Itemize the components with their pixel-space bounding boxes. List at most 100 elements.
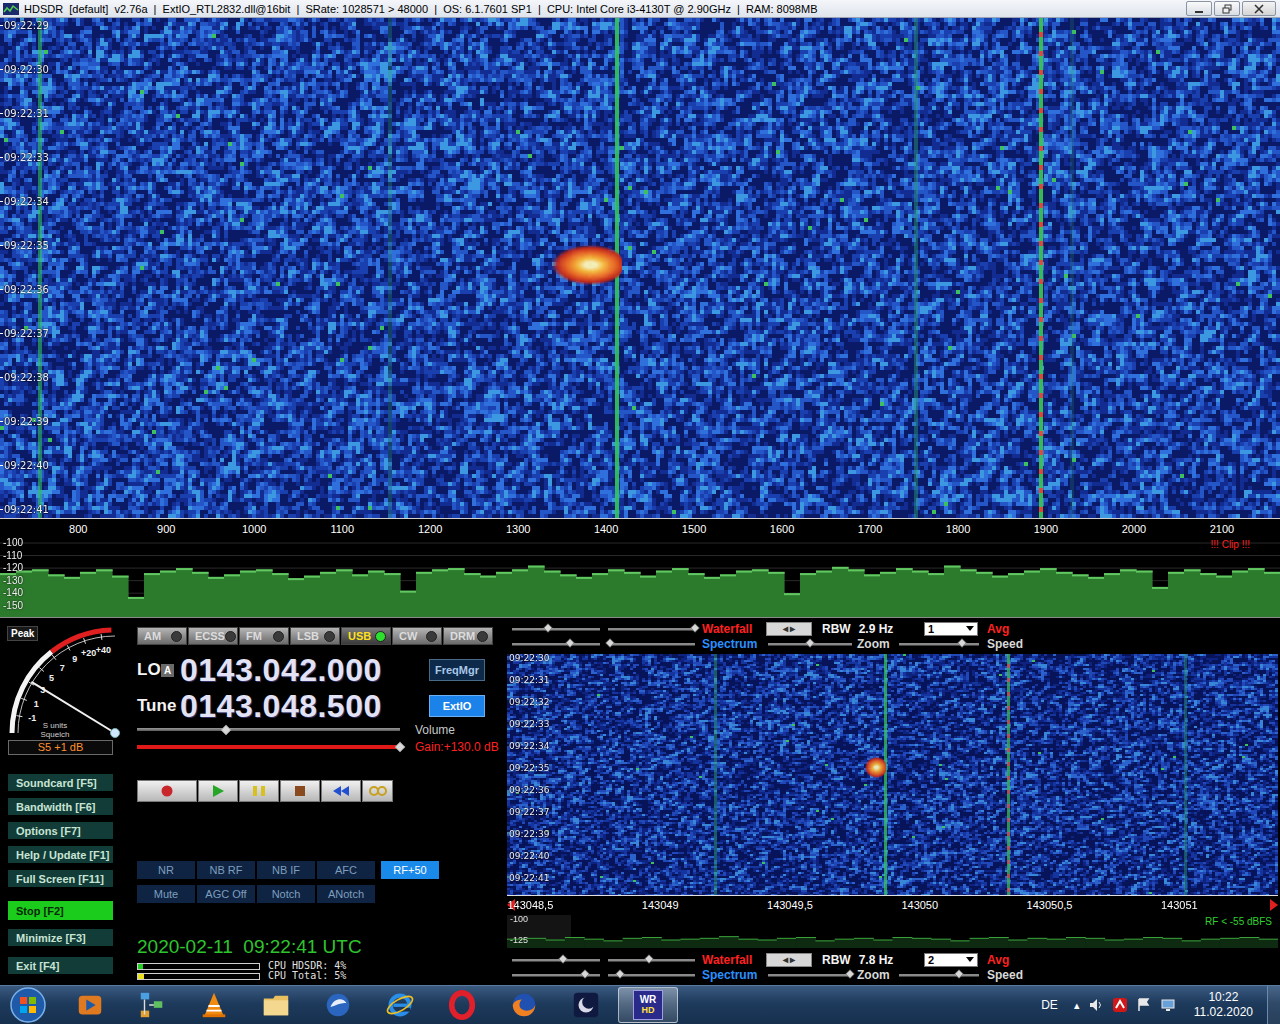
spectrum-black-slider[interactable] xyxy=(512,638,600,650)
side-button[interactable]: Bandwidth [F6] xyxy=(8,798,113,815)
rbw-arrows[interactable]: ◂▸ xyxy=(766,622,812,636)
slider-handle[interactable] xyxy=(559,954,568,963)
zoom-spectrum[interactable]: -100-125 RF < -55 dBFS xyxy=(507,915,1278,948)
speaker-icon[interactable] xyxy=(1088,997,1104,1013)
side-button[interactable]: Full Screen [F11] xyxy=(8,870,113,887)
freqmgr-button[interactable]: FreqMgr xyxy=(429,659,485,681)
dsp-button[interactable]: NB RF xyxy=(197,861,255,879)
mode-button[interactable]: AM xyxy=(137,627,187,645)
waterfall-contrast-slider[interactable] xyxy=(608,954,695,966)
taskbar-app[interactable] xyxy=(60,987,120,1023)
dsp-button[interactable]: ANotch xyxy=(317,885,375,903)
meter-mode[interactable]: Peak xyxy=(7,626,38,641)
waterfall-contrast-slider[interactable] xyxy=(608,623,695,635)
dsp-button[interactable]: Notch xyxy=(257,885,315,903)
mode-button[interactable]: ECSS xyxy=(188,627,238,645)
antivirus-icon[interactable] xyxy=(1112,997,1128,1013)
slider-handle[interactable] xyxy=(846,969,855,978)
speed-slider[interactable] xyxy=(899,638,979,650)
slider-handle[interactable] xyxy=(805,638,814,647)
mode-button[interactable]: LSB xyxy=(290,627,340,645)
arrow-button[interactable]: ◂ xyxy=(783,954,788,966)
zoom-slider[interactable] xyxy=(768,969,852,981)
spectrum-black-slider[interactable] xyxy=(512,969,600,981)
volume-handle[interactable] xyxy=(221,725,232,736)
slider-handle[interactable] xyxy=(958,638,967,647)
pause-button[interactable] xyxy=(239,780,279,802)
waterfall-black-slider[interactable] xyxy=(512,954,600,966)
arrow-button[interactable]: ▸ xyxy=(790,954,795,966)
dsp-button[interactable]: AFC xyxy=(317,861,375,879)
close-button[interactable] xyxy=(1242,1,1276,16)
side-button[interactable]: Exit [F4] xyxy=(8,957,113,974)
record-button[interactable] xyxy=(137,780,197,802)
zoom-slider[interactable] xyxy=(768,638,852,650)
side-button[interactable]: Stop [F2] xyxy=(8,901,113,920)
taskbar-app[interactable] xyxy=(432,987,492,1023)
spectrum-contrast-slider[interactable] xyxy=(608,969,695,981)
slider-handle[interactable] xyxy=(544,623,553,632)
arrow-button[interactable]: ▸ xyxy=(790,623,795,635)
mode-button[interactable]: FM xyxy=(239,627,289,645)
slider-handle[interactable] xyxy=(690,623,699,632)
lo-frequency[interactable]: 0143.042.000 xyxy=(180,653,382,687)
mode-button[interactable]: DRM xyxy=(443,627,493,645)
loop-button[interactable] xyxy=(362,780,393,802)
slider-handle[interactable] xyxy=(616,969,625,978)
avg-dropdown[interactable]: 1 xyxy=(924,622,978,636)
side-button[interactable]: Soundcard [F5] xyxy=(8,774,113,791)
taskbar-app[interactable] xyxy=(370,987,430,1023)
action-center-icon[interactable] xyxy=(1136,997,1152,1013)
taskbar-app[interactable]: WRHD xyxy=(618,987,678,1023)
slider-handle[interactable] xyxy=(566,638,575,647)
network-icon[interactable] xyxy=(1160,997,1176,1013)
rewind-button[interactable] xyxy=(321,780,361,802)
dsp-button[interactable]: NB IF xyxy=(257,861,315,879)
zoom-waterfall[interactable]: 09:22:3009:22:3109:22:3209:22:3309:22:34… xyxy=(507,654,1278,895)
slider-handle[interactable] xyxy=(581,969,590,978)
avg-dropdown[interactable]: 2 xyxy=(924,953,978,967)
tray-expand[interactable]: ▴ xyxy=(1074,999,1080,1012)
start-button[interactable] xyxy=(0,987,56,1023)
stop-button[interactable] xyxy=(280,780,320,802)
dsp-button[interactable]: NR xyxy=(137,861,195,879)
speed-slider[interactable] xyxy=(899,969,979,981)
dsp-button[interactable]: AGC Off xyxy=(197,885,255,903)
system-clock[interactable]: 10:22 11.02.2020 xyxy=(1194,990,1253,1020)
scroll-right-icon[interactable] xyxy=(1270,899,1278,911)
taskbar-app[interactable] xyxy=(122,987,182,1023)
slider-handle[interactable] xyxy=(644,954,653,963)
mode-button[interactable]: USB xyxy=(341,627,391,645)
restore-button[interactable] xyxy=(1214,1,1240,16)
show-desktop-button[interactable] xyxy=(1267,986,1280,1024)
taskbar-app[interactable] xyxy=(246,987,306,1023)
taskbar-app[interactable] xyxy=(308,987,368,1023)
waterfall-black-slider[interactable] xyxy=(512,623,600,635)
vfo-badge[interactable]: A xyxy=(161,664,174,677)
slider-handle[interactable] xyxy=(605,638,614,647)
slider-handle[interactable] xyxy=(954,969,963,978)
spectrum-display[interactable]: -100-110-120-130-140-150 !!! Clip !!! xyxy=(0,538,1280,617)
dsp-button[interactable]: Mute xyxy=(137,885,195,903)
side-button[interactable]: Minimize [F3] xyxy=(8,929,113,946)
taskbar-app[interactable] xyxy=(556,987,616,1023)
spectrum-contrast-slider[interactable] xyxy=(608,638,695,650)
taskbar-app[interactable] xyxy=(494,987,554,1023)
minimize-button[interactable] xyxy=(1186,1,1212,16)
rbw-arrows[interactable]: ◂▸ xyxy=(766,953,812,967)
squelch-knob[interactable] xyxy=(111,729,120,738)
side-button[interactable]: Options [F7] xyxy=(8,822,113,839)
taskbar-app[interactable] xyxy=(184,987,244,1023)
tune-frequency[interactable]: 0143.048.500 xyxy=(180,689,382,723)
dsp-button[interactable]: RF+50 xyxy=(381,861,439,879)
mode-button[interactable]: CW xyxy=(392,627,442,645)
gain-handle[interactable] xyxy=(395,742,406,753)
play-button[interactable] xyxy=(198,780,238,802)
language-indicator[interactable]: DE xyxy=(1041,998,1058,1012)
gain-slider[interactable] xyxy=(137,742,400,752)
arrow-button[interactable]: ◂ xyxy=(783,623,788,635)
main-waterfall[interactable]: 09:22:2909:22:3009:22:3109:22:3309:22:34… xyxy=(0,18,1280,518)
side-button[interactable]: Help / Update [F1] xyxy=(8,846,113,863)
extio-button[interactable]: ExtIO xyxy=(429,695,485,717)
volume-slider[interactable] xyxy=(137,725,400,735)
